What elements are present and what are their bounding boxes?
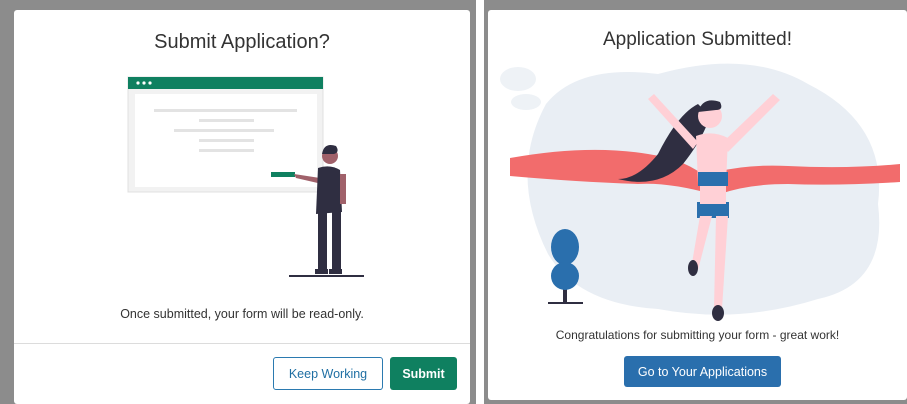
keep-working-button[interactable]: Keep Working xyxy=(273,357,383,390)
dialog-title: Submit Application? xyxy=(154,31,330,53)
screenshot-divider xyxy=(476,0,484,404)
dialog-message: Once submitted, your form will be read-o… xyxy=(120,307,364,321)
application-submitted-dialog: Application Submitted! Congratulations f… xyxy=(488,10,907,400)
go-to-applications-button[interactable]: Go to Your Applications xyxy=(624,356,781,387)
submit-button[interactable]: Submit xyxy=(390,357,457,390)
submit-application-dialog: Submit Application? Once submitted, your… xyxy=(14,10,470,404)
dialog-message: Congratulations for submitting your form… xyxy=(555,328,840,342)
presentation-illustration-icon xyxy=(127,76,364,277)
dialog-footer-divider xyxy=(14,343,470,344)
finish-line-runner-illustration-icon xyxy=(500,63,900,321)
dialog-title: Application Submitted! xyxy=(602,29,793,50)
